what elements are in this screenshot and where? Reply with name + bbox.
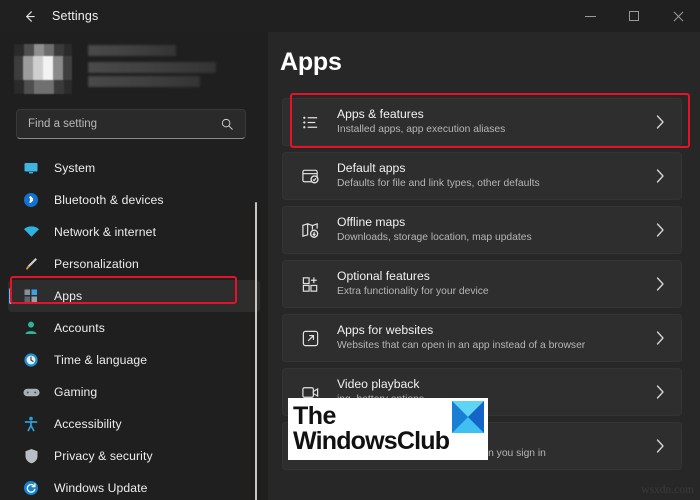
update-icon <box>22 479 40 497</box>
card-offline-maps[interactable]: Offline maps Downloads, storage location… <box>282 206 682 254</box>
window-controls <box>568 0 700 32</box>
sidebar-scrollbar[interactable] <box>255 202 257 500</box>
minimize-button[interactable] <box>568 0 612 32</box>
maximize-icon <box>629 11 639 21</box>
avatar <box>14 44 72 94</box>
card-title: Video playback <box>337 377 656 392</box>
window-title: Settings <box>52 9 98 23</box>
sidebar-item-label: Bluetooth & devices <box>54 193 164 207</box>
paintbrush-icon <box>22 255 40 273</box>
profile-email-blurred <box>88 62 216 73</box>
chevron-right-icon <box>656 169 665 183</box>
sidebar-item-system[interactable]: System <box>8 152 260 184</box>
card-text: Apps & features Installed apps, app exec… <box>337 107 656 137</box>
sidebar-item-windows-update[interactable]: Windows Update <box>8 472 260 500</box>
chevron-right-icon <box>656 385 665 399</box>
card-default-apps[interactable]: Default apps Defaults for file and link … <box>282 152 682 200</box>
watermark-site: wsxdn.com <box>641 484 694 496</box>
close-button[interactable] <box>656 0 700 32</box>
person-icon <box>22 319 40 337</box>
maximize-button[interactable] <box>612 0 656 32</box>
sidebar-item-network-internet[interactable]: Network & internet <box>8 216 260 248</box>
sidebar-item-accounts[interactable]: Accounts <box>8 312 260 344</box>
sidebar-item-label: Accessibility <box>54 417 122 431</box>
card-optional-features[interactable]: Optional features Extra functionality fo… <box>282 260 682 308</box>
card-subtitle: Extra functionality for your device <box>337 285 656 299</box>
grid-plus-icon <box>299 273 321 295</box>
card-text: Offline maps Downloads, storage location… <box>337 215 656 245</box>
shield-icon <box>22 447 40 465</box>
accessibility-icon <box>22 415 40 433</box>
back-button[interactable] <box>12 1 46 31</box>
sidebar-item-time-language[interactable]: Time & language <box>8 344 260 376</box>
sidebar-item-privacy-security[interactable]: Privacy & security <box>8 440 260 472</box>
sidebar-item-personalization[interactable]: Personalization <box>8 248 260 280</box>
watermark-thewindowsclub: The WindowsClub <box>288 398 488 460</box>
sidebar-item-accessibility[interactable]: Accessibility <box>8 408 260 440</box>
chevron-right-icon <box>656 115 665 129</box>
profile-extra-blurred <box>88 76 200 87</box>
sidebar-item-label: Accounts <box>54 321 105 335</box>
card-text: Default apps Defaults for file and link … <box>337 161 656 191</box>
profile-text-blurred <box>88 45 216 93</box>
wifi-icon <box>22 223 40 241</box>
card-apps-features[interactable]: Apps & features Installed apps, app exec… <box>282 98 682 146</box>
chevron-right-icon <box>656 277 665 291</box>
map-download-icon <box>299 219 321 241</box>
back-arrow-icon <box>22 9 37 24</box>
card-subtitle: Installed apps, app execution aliases <box>337 123 656 137</box>
sidebar-nav: System Bluetooth & devices Network & int… <box>8 152 260 500</box>
chevron-right-icon <box>656 223 665 237</box>
card-title: Apps for websites <box>337 323 656 338</box>
bluetooth-icon <box>22 191 40 209</box>
card-apps-for-websites[interactable]: Apps for websites Websites that can open… <box>282 314 682 362</box>
search-box[interactable] <box>16 109 246 139</box>
apps-grid-icon <box>22 287 40 305</box>
sidebar-item-bluetooth-devices[interactable]: Bluetooth & devices <box>8 184 260 216</box>
card-title: Default apps <box>337 161 656 176</box>
sidebar-item-label: Network & internet <box>54 225 156 239</box>
card-text: Optional features Extra functionality fo… <box>337 269 656 299</box>
sidebar-item-label: Apps <box>54 289 82 303</box>
chevron-right-icon <box>656 439 665 453</box>
monitor-icon <box>22 159 40 177</box>
clock-icon <box>22 351 40 369</box>
bulleted-list-icon <box>299 111 321 133</box>
external-link-icon <box>299 327 321 349</box>
sidebar-item-apps[interactable]: Apps <box>8 280 260 312</box>
sidebar-item-label: Personalization <box>54 257 139 271</box>
user-profile[interactable] <box>14 44 216 94</box>
sidebar-item-label: Windows Update <box>54 481 148 495</box>
sidebar-item-gaming[interactable]: Gaming <box>8 376 260 408</box>
profile-name-blurred <box>88 45 176 56</box>
sidebar: System Bluetooth & devices Network & int… <box>0 32 268 500</box>
page-title: Apps <box>280 48 342 77</box>
card-text: Apps for websites Websites that can open… <box>337 323 656 353</box>
card-title: Offline maps <box>337 215 656 230</box>
settings-window: Settings <box>0 0 700 500</box>
window-check-icon <box>299 165 321 187</box>
card-subtitle: Downloads, storage location, map updates <box>337 231 656 245</box>
minimize-icon <box>585 16 596 17</box>
card-title: Optional features <box>337 269 656 284</box>
chevron-right-icon <box>656 331 665 345</box>
search-input[interactable] <box>17 118 220 130</box>
sidebar-item-label: Privacy & security <box>54 449 153 463</box>
card-title: Apps & features <box>337 107 656 122</box>
windowsclub-logo-icon <box>452 401 484 433</box>
title-bar: Settings <box>0 0 700 32</box>
sidebar-item-label: System <box>54 161 95 175</box>
card-subtitle: Defaults for file and link types, other … <box>337 177 656 191</box>
gamepad-icon <box>22 383 40 401</box>
search-icon <box>220 117 234 131</box>
sidebar-item-label: Time & language <box>54 353 147 367</box>
sidebar-item-label: Gaming <box>54 385 97 399</box>
close-icon <box>673 11 684 22</box>
card-subtitle: Websites that can open in an app instead… <box>337 339 656 353</box>
